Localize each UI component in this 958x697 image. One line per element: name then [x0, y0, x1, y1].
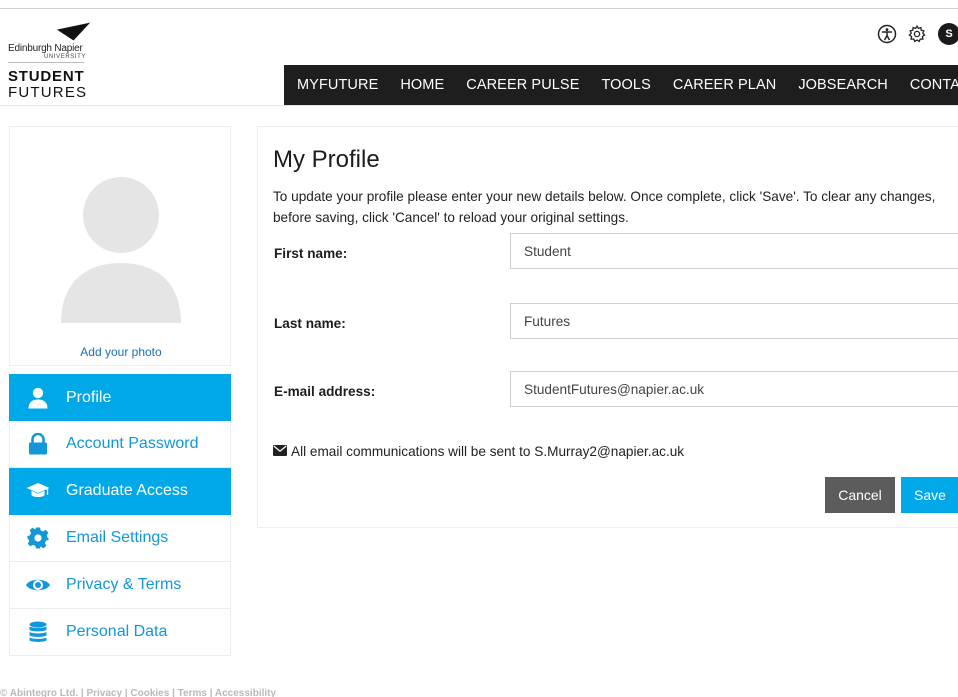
menu-item-label: Email Settings	[66, 529, 169, 546]
email-notice-text: All email communications will be sent to…	[291, 444, 685, 459]
logo-triangle-icon	[56, 22, 94, 44]
menu-item-label: Graduate Access	[66, 482, 188, 499]
nav-myfuture[interactable]: MYFUTURE	[297, 77, 378, 93]
nav-career-plan[interactable]: CAREER PLAN	[673, 77, 776, 93]
gear-icon[interactable]	[906, 23, 928, 45]
menu-item-label: Privacy & Terms	[66, 576, 182, 593]
footer-links[interactable]: © Abintegro Ltd. | Privacy | Cookies | T…	[0, 688, 276, 697]
logo-university-line1: Edinburgh Napier	[8, 43, 83, 54]
menu-item-label: Personal Data	[66, 623, 168, 640]
accessibility-icon[interactable]	[876, 23, 898, 45]
menu-item-privacy-terms[interactable]: Privacy & Terms	[9, 562, 231, 609]
cancel-button[interactable]: Cancel	[825, 477, 895, 513]
gear-icon	[10, 527, 66, 549]
last-name-input[interactable]	[510, 303, 958, 339]
page-title: My Profile	[273, 146, 380, 173]
logo-divider	[8, 62, 84, 63]
header-divider	[0, 105, 958, 106]
menu-item-label: Account Password	[66, 435, 199, 452]
nav-contact-us[interactable]: CONTACT US	[910, 77, 958, 93]
nav-tools[interactable]: TOOLS	[601, 77, 650, 93]
nav-career-pulse[interactable]: CAREER PULSE	[466, 77, 579, 93]
nav-home[interactable]: HOME	[400, 77, 444, 93]
profile-photo-card: Add your photo	[9, 126, 231, 408]
logo-brand-line1: STUDENT	[8, 68, 85, 85]
email-notice: All email communications will be sent to…	[273, 444, 684, 459]
top-divider	[0, 8, 958, 9]
user-avatar[interactable]: S	[938, 23, 958, 45]
save-button[interactable]: Save	[901, 477, 958, 513]
main-navigation: MYFUTURE HOME CAREER PULSE TOOLS CAREER …	[284, 65, 958, 105]
database-icon	[10, 621, 66, 643]
logo-university-line2: UNIVERSITY	[44, 54, 87, 60]
menu-item-personal-data[interactable]: Personal Data	[9, 609, 231, 656]
first-name-input[interactable]	[510, 233, 958, 269]
last-name-label: Last name:	[274, 316, 346, 331]
logo-brand-line2: FUTURES	[8, 84, 88, 101]
email-label: E-mail address:	[274, 384, 376, 399]
user-icon	[10, 387, 66, 409]
nav-jobsearch[interactable]: JOBSEARCH	[798, 77, 888, 93]
add-photo-label: Add your photo	[80, 345, 162, 359]
email-input[interactable]	[510, 371, 958, 407]
avatar-placeholder-icon	[61, 177, 181, 323]
header-tools: S	[876, 22, 958, 46]
profile-form-card: My Profile To update your profile please…	[257, 126, 958, 528]
lock-icon	[10, 433, 66, 455]
eye-icon	[10, 576, 66, 594]
menu-item-account-password[interactable]: Account Password	[9, 421, 231, 468]
first-name-label: First name:	[274, 246, 348, 261]
graduation-cap-icon	[10, 482, 66, 500]
menu-item-graduate-access[interactable]: Graduate Access	[9, 468, 231, 515]
site-logo[interactable]: Edinburgh Napier UNIVERSITY STUDENT FUTU…	[8, 17, 128, 107]
profile-menu: Profile Account Password Graduate Access…	[9, 374, 231, 656]
add-photo-link[interactable]: Add your photo	[10, 345, 230, 408]
menu-item-label: Profile	[66, 388, 112, 406]
menu-item-profile[interactable]: Profile	[9, 374, 231, 421]
envelope-icon	[273, 444, 287, 459]
profile-instructions: To update your profile please enter your…	[273, 189, 936, 225]
menu-item-email-settings[interactable]: Email Settings	[9, 515, 231, 562]
